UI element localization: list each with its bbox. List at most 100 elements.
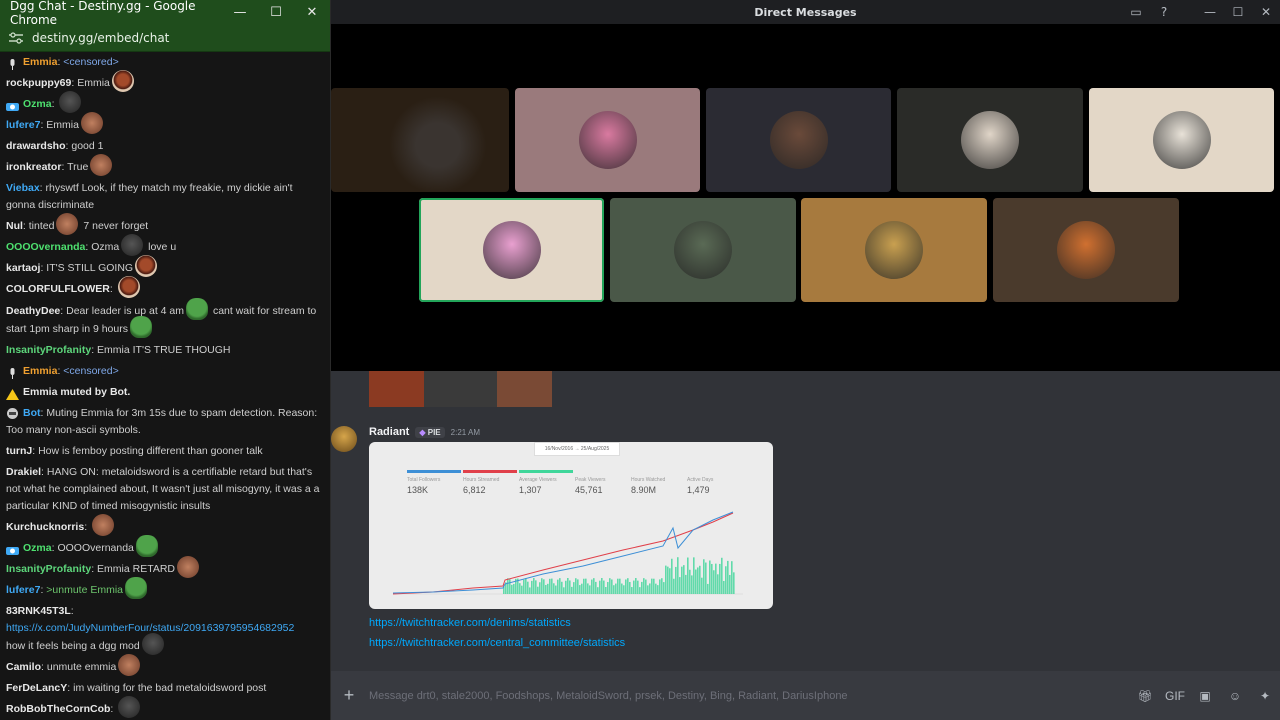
address-bar[interactable]: destiny.gg/embed/chat: [0, 25, 330, 52]
participant-tile[interactable]: [897, 88, 1083, 192]
participant-tile[interactable]: [706, 88, 891, 192]
viewers-bar: [623, 585, 625, 594]
chat-username[interactable]: lufere7: [6, 584, 40, 596]
viewers-bar: [679, 577, 681, 594]
chat-username[interactable]: RobBobTheCornCob: [6, 703, 110, 715]
viewers-bar: [533, 578, 535, 594]
chat-text: Muting Emmia for 3m 15s due to spam dete…: [6, 407, 318, 436]
chat-username[interactable]: Ozma: [23, 542, 52, 554]
participant-tile[interactable]: [993, 198, 1179, 302]
gif-button[interactable]: GIF: [1160, 689, 1190, 703]
previous-image-attachment[interactable]: [369, 371, 552, 407]
maximize-button[interactable]: ☐: [258, 5, 294, 20]
chat-username[interactable]: Nul: [6, 220, 23, 232]
participant-tile[interactable]: [801, 198, 987, 302]
chat-message: COLORFULFLOWER:: [6, 276, 324, 300]
chat-username[interactable]: Ozma: [23, 98, 52, 110]
participant-avatar: [578, 111, 637, 169]
chat-username[interactable]: Emmia: [23, 365, 57, 377]
participant-tile[interactable]: [515, 88, 700, 192]
viewers-bar: [593, 578, 595, 594]
chat-username[interactable]: DeathyDee: [6, 305, 60, 317]
viewers-bar: [725, 566, 727, 594]
message-composer[interactable]: + Message drt0, stale2000, Foodshops, Me…: [331, 671, 1280, 720]
chat-text: 7 never forget: [80, 220, 149, 232]
viewers-bar: [557, 579, 559, 594]
chat-text: Dear leader is up at 4 am: [66, 304, 185, 317]
stat-color-bar: [631, 470, 685, 473]
chat-username[interactable]: turnJ: [6, 445, 32, 457]
chat-username[interactable]: lufere7: [6, 119, 40, 131]
viewers-bar: [637, 580, 639, 594]
chat-message: Kurchucknorris:: [6, 514, 324, 538]
add-attachment-button[interactable]: +: [337, 685, 361, 706]
participant-tile[interactable]: [610, 198, 796, 302]
emote-icon: [135, 535, 158, 558]
chat-username[interactable]: Drakiel: [6, 466, 41, 478]
viewers-bar: [695, 569, 697, 594]
message-author[interactable]: Radiant: [369, 426, 409, 438]
gift-icon[interactable]: 🎁︎: [1130, 689, 1160, 703]
chat-username[interactable]: Kurchucknorris: [6, 521, 84, 533]
viewers-bar: [675, 566, 677, 594]
chat-username[interactable]: FerDeLancY: [6, 682, 67, 694]
viewers-bar: [571, 586, 573, 594]
chat-username[interactable]: ironkreator: [6, 161, 61, 173]
viewers-bar: [603, 580, 605, 594]
chat-text: im waiting for the bad metaloidsword pos…: [73, 682, 267, 694]
stat-label: Peak Viewers: [575, 477, 606, 483]
chat-username[interactable]: kartaoj: [6, 262, 40, 274]
chat-username[interactable]: InsanityProfanity: [6, 344, 91, 356]
chat-username[interactable]: rockpuppy69: [6, 77, 71, 89]
chat-username[interactable]: COLORFULFLOWER: [6, 283, 110, 295]
image-embed[interactable]: 16/Nov/2016 → 25/Aug/2025 Total Follower…: [369, 442, 773, 609]
chat-link[interactable]: https://x.com/JudyNumberFour/status/2091…: [6, 620, 324, 637]
emote-icon: [121, 234, 144, 257]
viewers-bar: [655, 583, 657, 594]
chat-username[interactable]: Bot: [23, 407, 41, 419]
maximize-button[interactable]: ☐: [1224, 5, 1252, 19]
link-denims-stats[interactable]: https://twitchtracker.com/denims/statist…: [369, 617, 571, 629]
inbox-icon[interactable]: ▭: [1122, 5, 1150, 19]
viewers-bar: [633, 580, 635, 594]
chat-username[interactable]: OOOOvernanda: [6, 241, 85, 253]
message-header: Radiant ◆ PIE 2:21 AM: [369, 426, 480, 438]
viewers-bar: [661, 578, 663, 594]
viewers-bar: [729, 574, 731, 594]
chat-message-list[interactable]: Emmia: <censored> rockpuppy69: Emmia Ozma:…: [0, 52, 330, 720]
minimize-button[interactable]: —: [1196, 5, 1224, 19]
chat-username[interactable]: InsanityProfanity: [6, 563, 91, 575]
participant-tile[interactable]: [419, 198, 604, 302]
avatar[interactable]: [331, 426, 357, 452]
viewers-bar: [523, 579, 525, 594]
chat-message: turnJ: How is femboy posting different t…: [6, 445, 263, 457]
close-button[interactable]: ✕: [294, 5, 330, 20]
viewers-bar: [539, 582, 541, 594]
link-central-committee-stats[interactable]: https://twitchtracker.com/central_commit…: [369, 637, 625, 649]
chat-username[interactable]: Camilo: [6, 661, 41, 673]
chat-username[interactable]: Emmia: [23, 56, 57, 68]
viewers-bar: [599, 580, 601, 594]
chat-username[interactable]: 83RNK45T3L: [6, 605, 71, 617]
stat-color-bar: [407, 470, 461, 473]
viewers-bar: [587, 583, 589, 594]
sticker-icon[interactable]: ▣: [1190, 689, 1220, 703]
viewers-bar: [703, 559, 705, 594]
site-settings-icon[interactable]: [8, 32, 24, 44]
chat-username[interactable]: drawardsho: [6, 140, 66, 152]
minimize-button[interactable]: —: [222, 5, 258, 20]
video-tile[interactable]: [331, 88, 509, 192]
chat-text: Ozma: [91, 241, 120, 253]
viewers-bar: [697, 567, 699, 594]
chat-username[interactable]: Viebax: [6, 182, 40, 194]
close-button[interactable]: ✕: [1252, 5, 1280, 19]
message-input[interactable]: Message drt0, stale2000, Foodshops, Meta…: [369, 690, 1130, 702]
participant-tile[interactable]: [1089, 88, 1274, 192]
viewers-bar: [605, 587, 607, 594]
help-icon[interactable]: ?: [1150, 5, 1178, 19]
emoji-icon[interactable]: ☺: [1220, 689, 1250, 703]
chat-message: Emmia: <censored>: [6, 361, 324, 382]
apps-icon[interactable]: ✦: [1250, 689, 1280, 703]
chat-text: tinted: [28, 220, 55, 232]
warn-icon: [6, 387, 19, 400]
